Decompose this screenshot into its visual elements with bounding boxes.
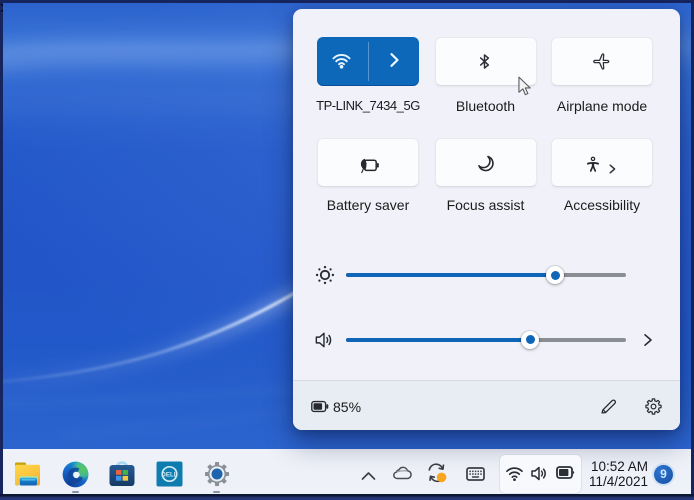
svg-text:DELL: DELL [161,471,177,478]
